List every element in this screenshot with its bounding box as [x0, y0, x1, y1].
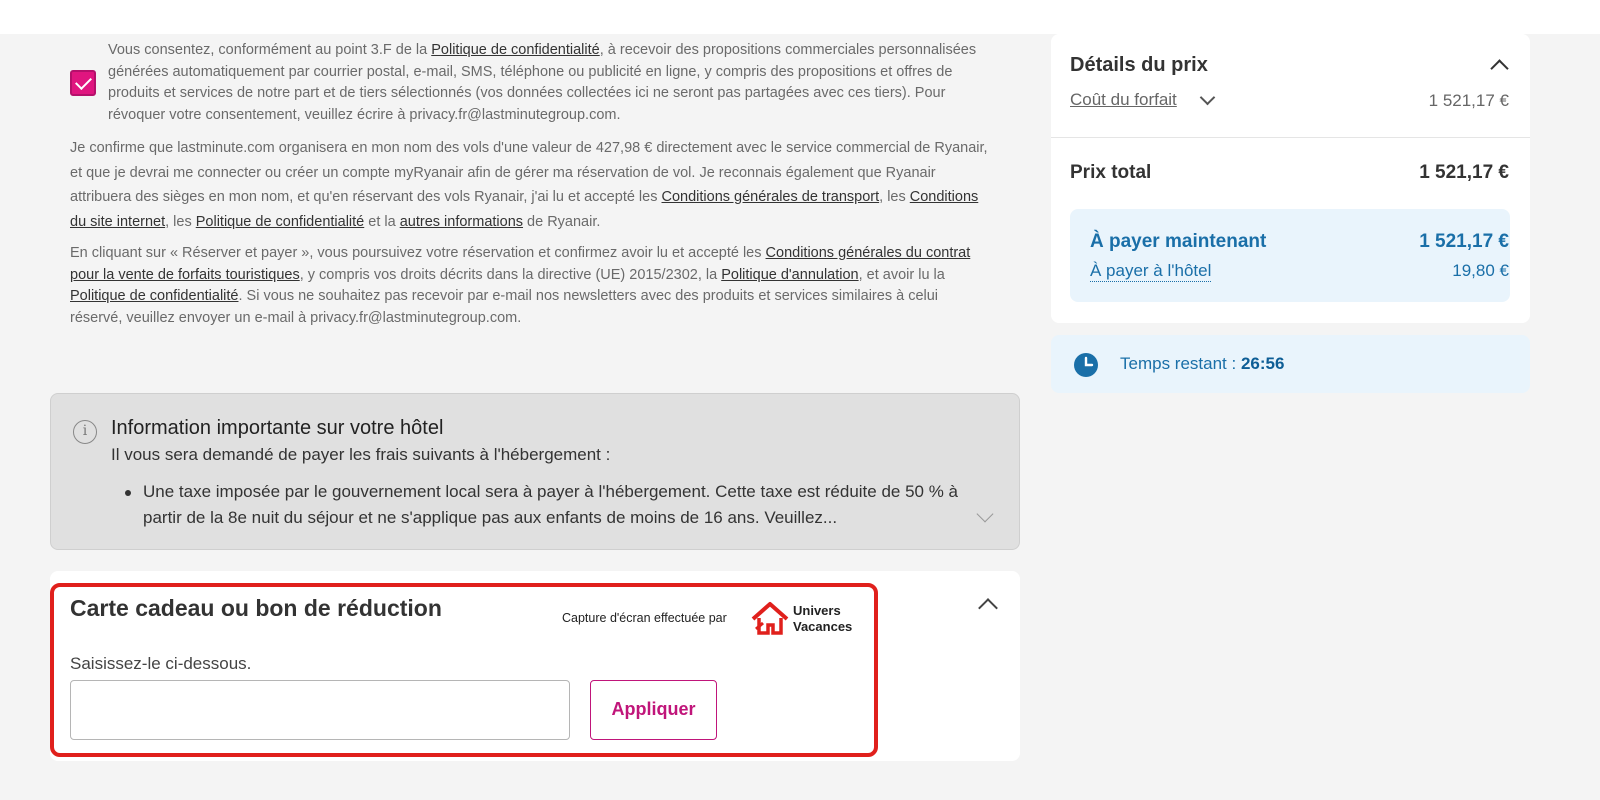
transport-conditions-link[interactable]: Conditions générales de transport — [662, 189, 880, 205]
marketing-consent-row: Vous consentez, conformément au point 3.… — [70, 40, 990, 126]
highlight-frame — [50, 583, 878, 757]
cancellation-policy-link[interactable]: Politique d'annulation — [721, 267, 858, 283]
marketing-consent-checkbox[interactable] — [70, 70, 96, 96]
ryanair-text-part: , les — [879, 189, 910, 205]
terms-text-part: , et avoir lu la — [858, 266, 945, 283]
time-remaining-label: Temps restant : — [1120, 354, 1241, 373]
marketing-consent-text: Vous consentez, conformément au point 3.… — [108, 40, 988, 126]
divider — [1051, 137, 1530, 138]
hotel-info-title: Information importante sur votre hôtel — [111, 417, 444, 439]
ryanair-confirmation-text: Je confirme que lastminute.com organiser… — [70, 136, 990, 234]
hotel-info-panel: i Information importante sur votre hôtel… — [50, 393, 1020, 550]
clock-icon — [1074, 353, 1098, 377]
pay-at-hotel-link[interactable]: À payer à l'hôtel — [1090, 261, 1212, 282]
consent-section: Vous consentez, conformément au point 3.… — [70, 40, 990, 329]
time-remaining-text: Temps restant : 26:56 — [1120, 354, 1284, 374]
hotel-info-subtitle: Il vous sera demandé de payer les frais … — [111, 445, 611, 464]
hotel-fees-list: Une taxe imposée par le gouvernement loc… — [111, 479, 971, 531]
consent-text-part: Vous consentez, conformément au point 3.… — [108, 42, 432, 58]
pay-at-hotel-value: 19,80 € — [1452, 261, 1509, 280]
terms-privacy-link[interactable]: Politique de confidentialité — [70, 288, 238, 304]
ryanair-text-part: , les — [165, 213, 196, 230]
package-cost-value: 1 521,17 € — [1428, 91, 1509, 110]
other-information-link[interactable]: autres informations — [400, 214, 523, 230]
package-cost-toggle[interactable]: Coût du forfait — [1070, 90, 1177, 110]
privacy-policy-link[interactable]: Politique de confidentialité — [431, 42, 599, 58]
ryanair-text-part: de Ryanair. — [523, 213, 601, 230]
total-price-value: 1 521,17 € — [1419, 162, 1509, 183]
pay-now-panel — [1070, 209, 1510, 302]
time-remaining-value: 26:56 — [1240, 354, 1285, 373]
expand-chevron-down-icon[interactable] — [976, 505, 994, 523]
pay-now-label: À payer maintenant — [1090, 231, 1267, 252]
booking-terms-text: En cliquant sur « Réserver et payer », v… — [70, 243, 990, 329]
hotel-fee-item: Une taxe imposée par le gouvernement loc… — [143, 482, 959, 527]
bullet-icon — [125, 490, 131, 496]
terms-text-part: , y compris vos droits décrits dans la d… — [299, 266, 722, 283]
ryanair-text-part: et la — [364, 213, 400, 230]
price-details-title: Détails du prix — [1070, 54, 1208, 76]
pay-now-value: 1 521,17 € — [1419, 231, 1509, 252]
ryanair-privacy-link[interactable]: Politique de confidentialité — [196, 214, 364, 230]
info-icon: i — [73, 420, 97, 444]
total-price-label: Prix total — [1070, 162, 1152, 183]
terms-text-part: En cliquant sur « Réserver et payer », v… — [70, 245, 766, 261]
